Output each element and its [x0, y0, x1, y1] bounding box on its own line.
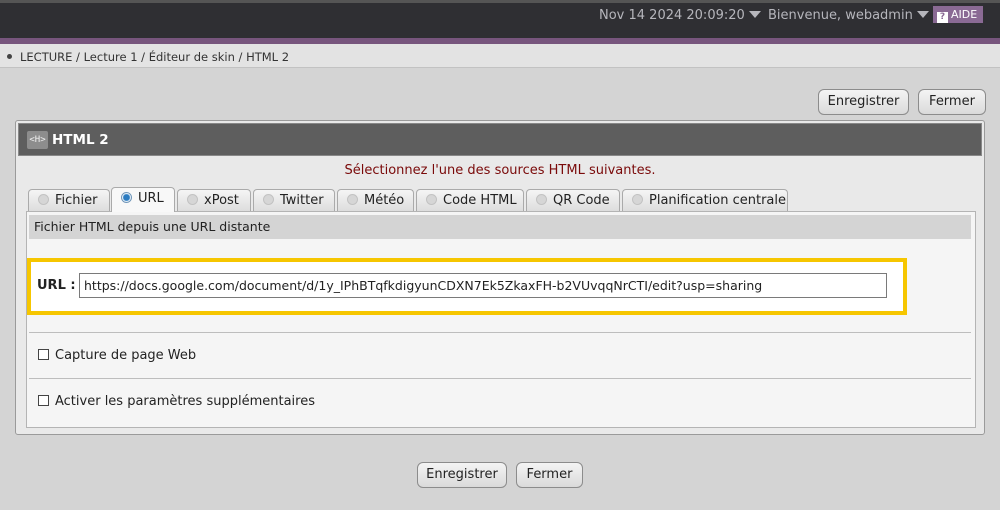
datetime-display: Nov 14 2024 20:09:20: [599, 8, 761, 23]
url-label: URL :: [37, 278, 76, 293]
breadcrumb-bar: LECTURE / Lecture 1 / Éditeur de skin / …: [0, 44, 1000, 68]
extra-settings-checkbox[interactable]: Activer les paramètres supplémentaires: [38, 394, 315, 409]
help-icon: ?: [937, 12, 948, 23]
close-button-top[interactable]: Fermer: [918, 89, 986, 115]
breadcrumb: LECTURE / Lecture 1 / Éditeur de skin / …: [7, 50, 289, 64]
source-notice: Sélectionnez l'une des sources HTML suiv…: [344, 163, 656, 178]
close-button-bottom[interactable]: Fermer: [516, 462, 583, 488]
capture-web-page-checkbox[interactable]: Capture de page Web: [38, 348, 196, 363]
radio-icon: [38, 194, 49, 205]
html-source-panel: <H> HTML 2 Sélectionnez l'une des source…: [15, 120, 985, 435]
tab-label: Fichier: [55, 193, 98, 208]
panel-header: <H> HTML 2: [18, 123, 982, 156]
tab-label: Planification centrale: [649, 193, 787, 208]
radio-icon: [263, 194, 274, 205]
chevron-down-icon[interactable]: [748, 11, 761, 18]
tab-xpost[interactable]: xPost: [177, 189, 251, 211]
tab-label: QR Code: [553, 193, 610, 208]
radio-icon: [426, 194, 437, 205]
checkbox-icon[interactable]: [38, 349, 49, 360]
tab-label: Code HTML: [443, 193, 517, 208]
tab-label: Twitter: [280, 193, 324, 208]
tab-url[interactable]: URL: [111, 187, 175, 212]
radio-icon: [347, 194, 358, 205]
tab-meteo[interactable]: Météo: [337, 189, 414, 211]
chevron-down-icon[interactable]: [916, 11, 929, 18]
html-icon: <H>: [27, 131, 48, 149]
tab-planification-centrale[interactable]: Planification centrale: [622, 189, 788, 211]
radio-icon: [536, 194, 547, 205]
tab-fichier[interactable]: Fichier: [28, 189, 110, 211]
tab-content-url: Fichier HTML depuis une URL distante URL…: [26, 211, 976, 428]
welcome-text: Bienvenue, webadmin: [768, 8, 913, 23]
checkbox-label: Activer les paramètres supplémentaires: [55, 394, 315, 409]
section-title: Fichier HTML depuis une URL distante: [29, 215, 971, 239]
checkbox-icon[interactable]: [38, 395, 49, 406]
top-bar: Nov 14 2024 20:09:20 Bienvenue, webadmin…: [0, 0, 1000, 38]
tab-label: Météo: [364, 193, 405, 208]
panel-title: HTML 2: [52, 132, 109, 148]
checkbox-label: Capture de page Web: [55, 348, 197, 363]
tab-code-html[interactable]: Code HTML: [416, 189, 524, 211]
radio-icon: [632, 194, 643, 205]
tab-qr-code[interactable]: QR Code: [526, 189, 620, 211]
help-button[interactable]: ? AIDE: [933, 6, 984, 23]
tab-label: xPost: [204, 193, 239, 208]
save-button-top[interactable]: Enregistrer: [818, 89, 909, 115]
breadcrumb-text[interactable]: LECTURE / Lecture 1 / Éditeur de skin / …: [20, 50, 289, 64]
save-button-bottom[interactable]: Enregistrer: [417, 462, 507, 488]
radio-icon: [187, 194, 198, 205]
url-field-row: URL :: [27, 258, 907, 315]
datetime-text: Nov 14 2024 20:09:20: [599, 8, 745, 23]
bullet-icon: [7, 54, 12, 59]
tab-twitter[interactable]: Twitter: [253, 189, 335, 211]
divider: [29, 332, 971, 333]
url-input[interactable]: [79, 273, 887, 298]
help-label: AIDE: [951, 8, 978, 21]
user-menu[interactable]: Bienvenue, webadmin: [768, 8, 929, 23]
tab-label: URL: [138, 191, 164, 206]
radio-selected-icon: [121, 192, 132, 203]
divider: [29, 378, 971, 379]
